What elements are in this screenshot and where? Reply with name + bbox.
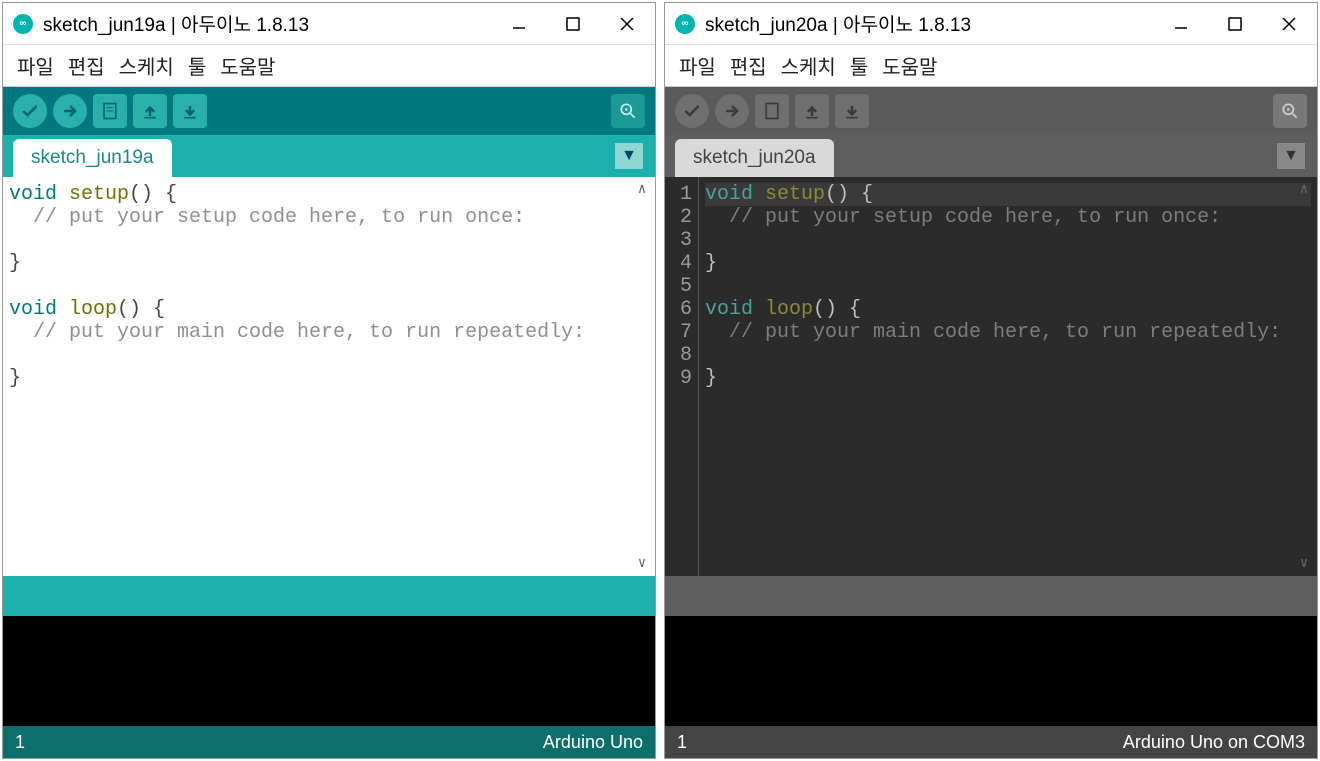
tab-bar: sketch_jun20a ▼ bbox=[665, 135, 1317, 177]
menu-file[interactable]: 파일 bbox=[17, 51, 54, 80]
arduino-app-icon: ∞ bbox=[675, 14, 695, 34]
serial-monitor-button[interactable] bbox=[611, 94, 645, 128]
scroll-up-icon[interactable]: ∧ bbox=[1295, 181, 1313, 198]
message-strip bbox=[665, 576, 1317, 616]
status-board: Arduino Uno bbox=[543, 732, 643, 753]
sketch-tab[interactable]: sketch_jun20a bbox=[675, 139, 834, 177]
console[interactable] bbox=[3, 616, 655, 726]
minimize-button[interactable] bbox=[507, 12, 531, 36]
close-button[interactable] bbox=[1277, 12, 1301, 36]
menu-tools[interactable]: 툴 bbox=[188, 51, 206, 80]
scroll-down-icon[interactable]: ∨ bbox=[1295, 555, 1313, 572]
save-button[interactable] bbox=[835, 94, 869, 128]
arduino-window-light: ∞ sketch_jun19a | 아두이노 1.8.13 파일 편집 스케치 … bbox=[2, 2, 656, 759]
status-bar: 1 Arduino Uno bbox=[3, 726, 655, 758]
verify-button[interactable] bbox=[675, 94, 709, 128]
serial-monitor-button[interactable] bbox=[1273, 94, 1307, 128]
scroll-up-icon[interactable]: ∧ bbox=[633, 181, 651, 198]
verify-button[interactable] bbox=[13, 94, 47, 128]
toolbar bbox=[665, 87, 1317, 135]
menubar: 파일 편집 스케치 툴 도움말 bbox=[665, 45, 1317, 87]
new-button[interactable] bbox=[93, 94, 127, 128]
status-line-number: 1 bbox=[15, 732, 25, 753]
code-area[interactable]: void setup() { // put your setup code he… bbox=[3, 177, 655, 576]
window-title: sketch_jun19a | 아두이노 1.8.13 bbox=[43, 10, 309, 37]
editor[interactable]: void setup() { // put your setup code he… bbox=[3, 177, 655, 576]
maximize-button[interactable] bbox=[561, 12, 585, 36]
arduino-window-dark: ∞ sketch_jun20a | 아두이노 1.8.13 파일 편집 스케치 … bbox=[664, 2, 1318, 759]
toolbar bbox=[3, 87, 655, 135]
sketch-tab[interactable]: sketch_jun19a bbox=[13, 139, 172, 177]
upload-button[interactable] bbox=[715, 94, 749, 128]
upload-button[interactable] bbox=[53, 94, 87, 128]
menu-help[interactable]: 도움말 bbox=[220, 51, 275, 80]
save-button[interactable] bbox=[173, 94, 207, 128]
tab-dropdown-button[interactable]: ▼ bbox=[615, 143, 643, 169]
menu-help[interactable]: 도움말 bbox=[882, 51, 937, 80]
new-button[interactable] bbox=[755, 94, 789, 128]
open-button[interactable] bbox=[133, 94, 167, 128]
titlebar[interactable]: ∞ sketch_jun19a | 아두이노 1.8.13 bbox=[3, 3, 655, 45]
code-area[interactable]: void setup() { // put your setup code he… bbox=[699, 177, 1317, 576]
menu-sketch[interactable]: 스케치 bbox=[119, 51, 174, 80]
window-title: sketch_jun20a | 아두이노 1.8.13 bbox=[705, 10, 971, 37]
menu-edit[interactable]: 편집 bbox=[730, 51, 767, 80]
maximize-button[interactable] bbox=[1223, 12, 1247, 36]
menu-tools[interactable]: 툴 bbox=[850, 51, 868, 80]
status-bar: 1 Arduino Uno on COM3 bbox=[665, 726, 1317, 758]
titlebar[interactable]: ∞ sketch_jun20a | 아두이노 1.8.13 bbox=[665, 3, 1317, 45]
menu-edit[interactable]: 편집 bbox=[68, 51, 105, 80]
menu-sketch[interactable]: 스케치 bbox=[781, 51, 836, 80]
scroll-down-icon[interactable]: ∨ bbox=[633, 555, 651, 572]
tab-dropdown-button[interactable]: ▼ bbox=[1277, 143, 1305, 169]
menubar: 파일 편집 스케치 툴 도움말 bbox=[3, 45, 655, 87]
menu-file[interactable]: 파일 bbox=[679, 51, 716, 80]
console[interactable] bbox=[665, 616, 1317, 726]
minimize-button[interactable] bbox=[1169, 12, 1193, 36]
line-gutter: 123456789 bbox=[665, 177, 699, 576]
status-line-number: 1 bbox=[677, 732, 687, 753]
open-button[interactable] bbox=[795, 94, 829, 128]
close-button[interactable] bbox=[615, 12, 639, 36]
editor[interactable]: 123456789 void setup() { // put your set… bbox=[665, 177, 1317, 576]
message-strip bbox=[3, 576, 655, 616]
arduino-app-icon: ∞ bbox=[13, 14, 33, 34]
status-board: Arduino Uno on COM3 bbox=[1123, 732, 1305, 753]
tab-bar: sketch_jun19a ▼ bbox=[3, 135, 655, 177]
